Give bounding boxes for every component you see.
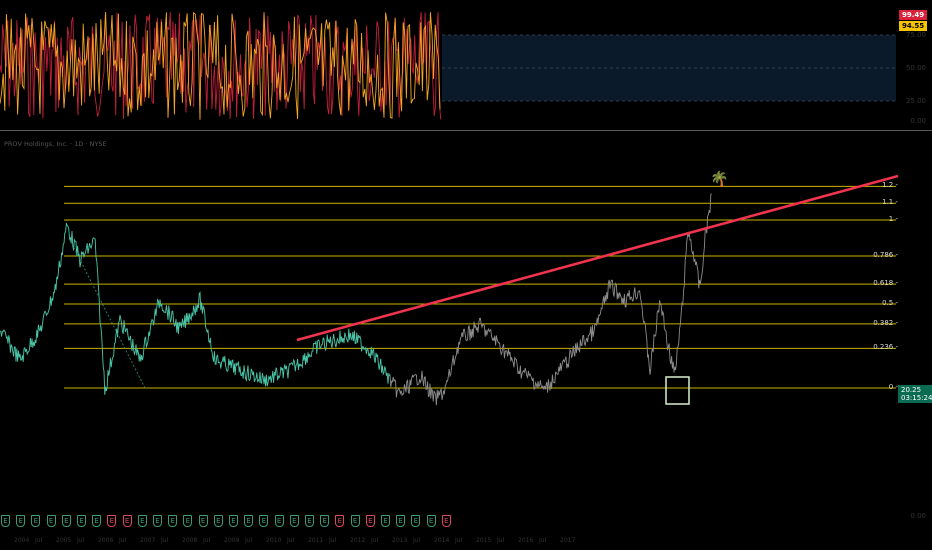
time-axis-tick: Jul [413,537,421,544]
earnings-event-marker[interactable]: E [350,515,360,527]
time-axis-tick: 2009 [224,537,240,544]
time-axis-tick: 2017 [560,537,576,544]
fib-level-label: 0.382 - [873,318,898,327]
time-axis-tick: Jul [497,537,505,544]
earnings-event-marker[interactable]: E [61,515,71,527]
dividend-event-marker[interactable]: E [365,515,375,527]
dividend-event-marker[interactable]: E [335,515,345,527]
earnings-event-marker[interactable]: E [198,515,208,527]
dividend-event-marker[interactable]: E [441,515,451,527]
fib-level-label: 0.236 - [873,343,898,352]
time-axis-tick: 2010 [266,537,282,544]
time-axis-tick: Jul [119,537,127,544]
time-axis-tick: 2014 [434,537,450,544]
fib-level-label: 1.2 - [882,181,898,190]
price-line [389,193,712,406]
earnings-event-marker[interactable]: E [381,515,390,527]
fib-retracement [64,185,896,389]
earnings-event-marker[interactable]: E [183,515,193,527]
earnings-event-marker[interactable]: E [46,515,56,527]
time-axis-tick: 2011 [308,537,324,544]
main-axis-bottom: 0.00 [910,512,926,520]
price-line [0,222,391,395]
last-price-value: 20.25 [901,386,922,394]
earnings-event-marker[interactable]: E [92,515,102,527]
earnings-event-marker[interactable]: E [168,515,178,527]
time-axis-tick: 2012 [350,537,366,544]
earnings-event-marker[interactable]: E [426,515,436,527]
earnings-event-marker[interactable]: E [411,515,421,527]
fib-level-label: 0.786 - [873,250,898,259]
time-axis-tick: Jul [455,537,463,544]
earnings-event-marker[interactable]: E [305,515,314,527]
time-axis-tick: 2013 [392,537,408,544]
earnings-event-marker[interactable]: E [274,515,284,527]
dividend-event-marker[interactable]: E [107,515,117,527]
fib-level-label: 1 - [888,215,898,223]
palm-tree-icon: 🌴 [710,170,729,188]
time-axis-tick: Jul [203,537,211,544]
time-axis-tick: Jul [329,537,337,544]
fib-level-label: 1.1 - [882,198,898,207]
time-axis-tick: Jul [35,537,43,544]
bar-countdown: 03:15:24 [901,394,932,402]
time-axis-tick: Jul [245,537,253,544]
earnings-event-marker[interactable]: E [289,515,299,527]
earnings-event-marker[interactable]: E [137,515,147,527]
earnings-event-marker[interactable]: E [77,515,86,527]
earnings-event-marker[interactable]: E [1,515,10,527]
trendline[interactable] [296,174,899,342]
earnings-event-marker[interactable]: E [153,515,162,527]
drawing-dashed-line[interactable] [69,239,146,389]
time-axis-tick: 2007 [140,537,156,544]
earnings-event-marker[interactable]: E [320,515,330,527]
time-axis-tick: 2016 [518,537,534,544]
earnings-event-marker[interactable]: E [244,515,254,527]
time-axis-tick: 2008 [182,537,198,544]
main-chart[interactable] [0,0,932,550]
earnings-event-marker[interactable]: E [213,515,223,527]
fib-level-label: 0.618 - [873,279,898,288]
time-axis-tick: 2004 [14,537,30,544]
price-series [0,193,712,406]
time-axis-tick: Jul [371,537,379,544]
time-axis-tick: Jul [77,537,85,544]
earnings-event-marker[interactable]: E [31,515,41,527]
earnings-event-marker[interactable]: E [259,515,269,527]
highlight-box[interactable] [665,376,690,405]
earnings-event-marker[interactable]: E [16,515,26,527]
time-axis-tick: 2005 [56,537,72,544]
time-axis-tick: Jul [161,537,169,544]
time-axis-tick: 2015 [476,537,492,544]
time-axis-tick: Jul [539,537,547,544]
last-price-label: 20.25 03:15:24 [898,385,932,403]
fib-level-label: 0.5 - [882,299,898,307]
earnings-event-marker[interactable]: E [396,515,406,527]
dividend-event-marker[interactable]: E [122,515,132,527]
time-axis-tick: 2006 [98,537,114,544]
earnings-event-marker[interactable]: E [229,515,238,527]
time-axis-tick: Jul [287,537,295,544]
fib-level-label: 0 - [888,383,898,391]
